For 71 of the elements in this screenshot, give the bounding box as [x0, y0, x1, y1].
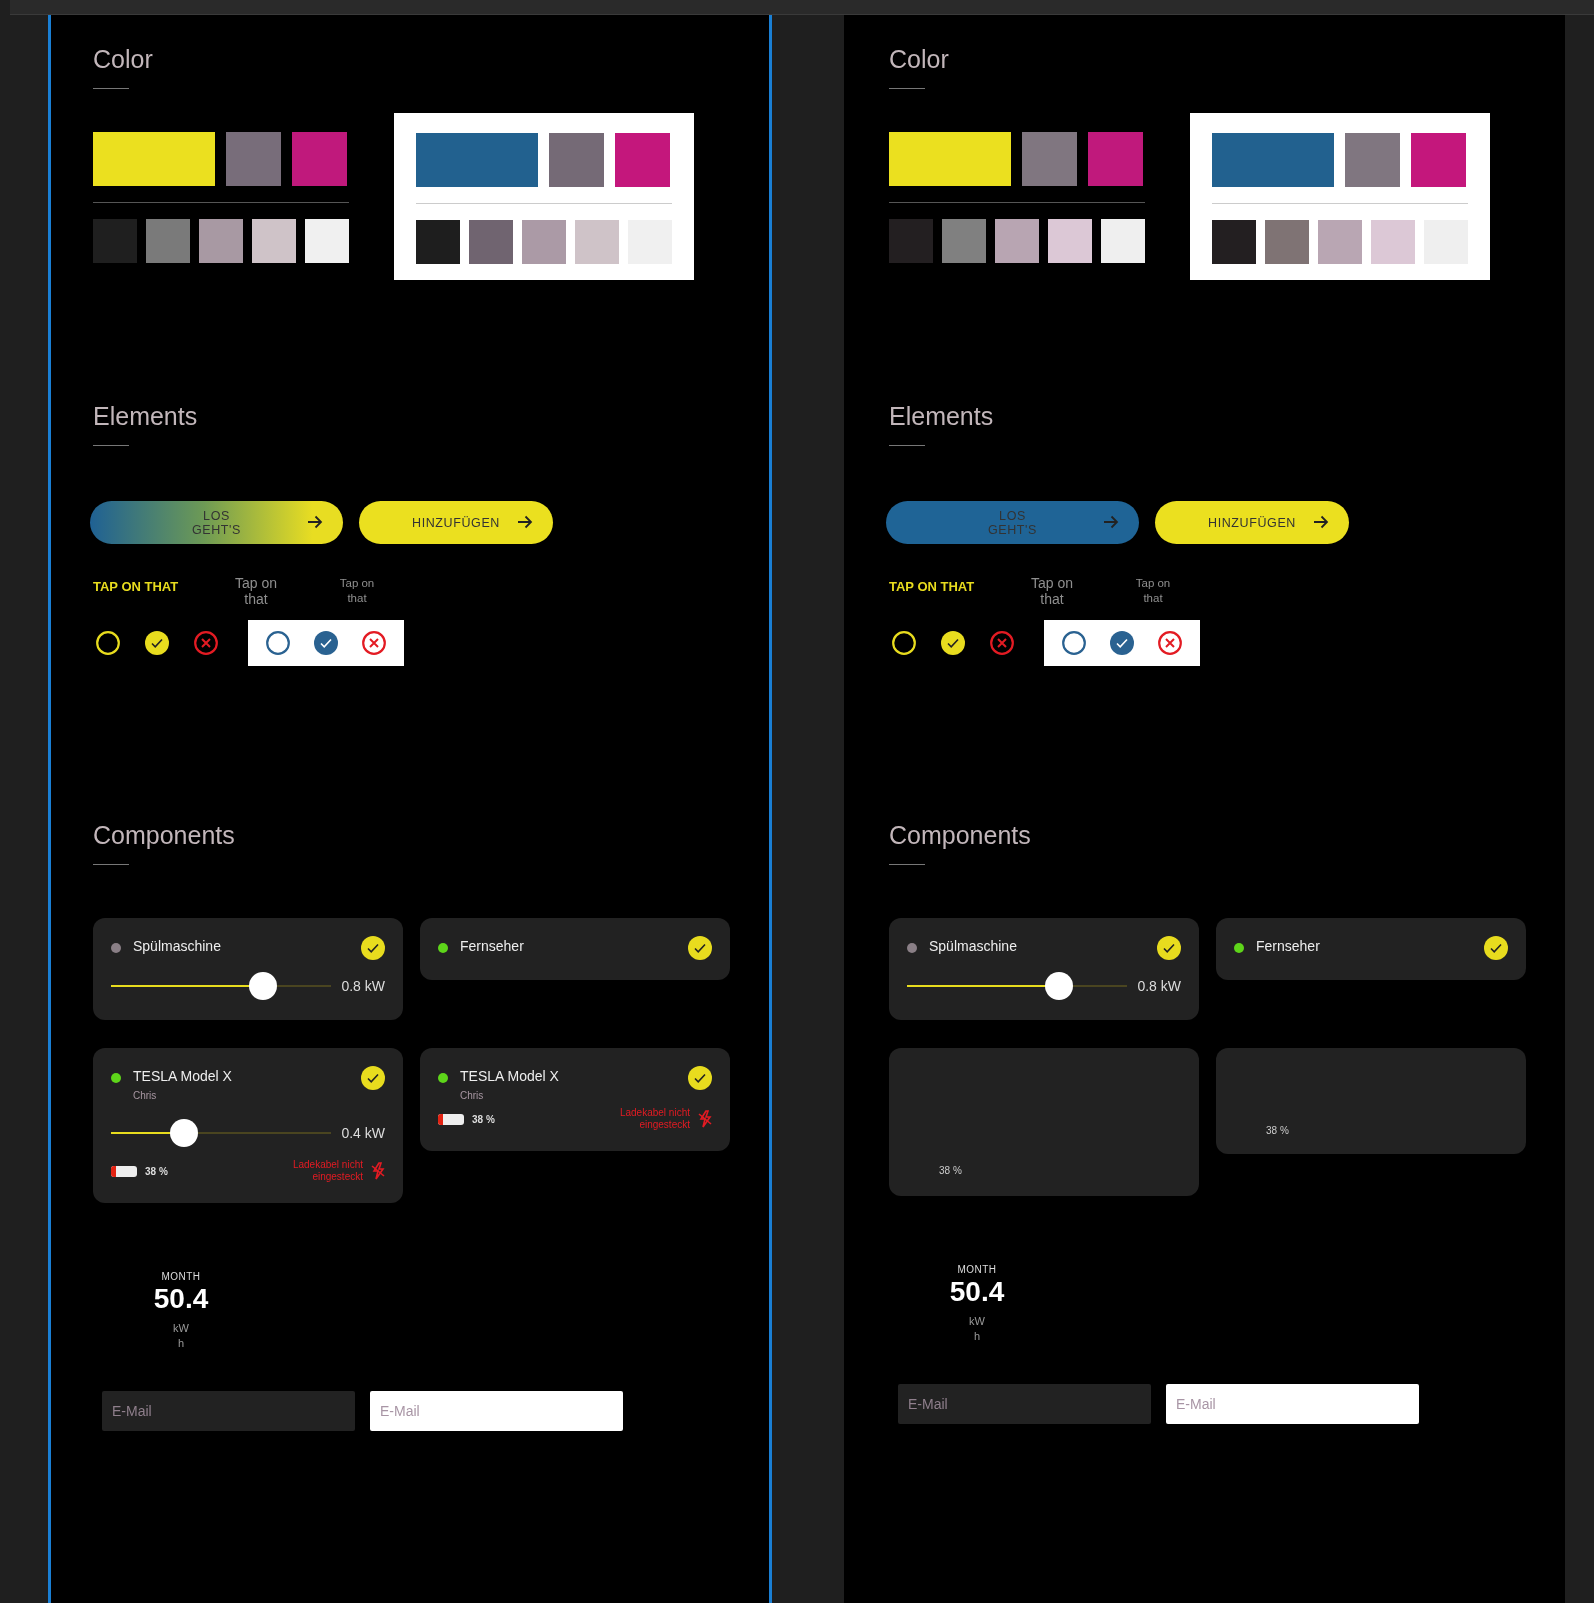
check-circle-icon[interactable] [361, 1066, 385, 1090]
check-circle-icon[interactable] [314, 631, 338, 655]
arrow-right-icon [517, 515, 533, 529]
power-reading: 0.8 kW [1137, 978, 1181, 994]
slider-thumb[interactable] [169, 1119, 198, 1147]
error-circle-icon[interactable] [990, 631, 1014, 655]
check-circle-icon[interactable] [688, 1066, 712, 1090]
check-circle-icon[interactable] [941, 631, 965, 655]
tap-label: Tap on that [233, 575, 278, 607]
device-name: TESLA Model X [133, 1068, 233, 1084]
tap-label: Tap on that [338, 576, 376, 606]
battery-icon [111, 1165, 137, 1177]
stat-unit: h [973, 1329, 981, 1344]
tap-label: TAP ON THAT [93, 579, 180, 594]
error-circle-icon[interactable] [194, 631, 218, 655]
battery-icon [438, 1113, 464, 1125]
lightning-icon [698, 1110, 712, 1128]
pill-button[interactable]: HINZUFÜGEN [1155, 501, 1349, 544]
tap-label: TAP ON THAT [889, 579, 976, 594]
device-name: Spülmaschine [929, 938, 1018, 954]
stat-unit: kW [969, 1314, 985, 1329]
stat-value: 50.4 [949, 1276, 1005, 1308]
device-name: TESLA Model X [460, 1068, 560, 1084]
error-circle-icon[interactable] [1158, 631, 1182, 655]
slider-thumb[interactable] [1045, 972, 1074, 1000]
email-field[interactable]: E-Mail [1166, 1384, 1419, 1424]
check-circle-icon[interactable] [1157, 936, 1181, 960]
email-field[interactable]: E-Mail [102, 1391, 355, 1431]
battery-percentage: 38 % [1266, 1125, 1290, 1136]
email-field[interactable]: E-Mail [370, 1391, 623, 1431]
battery-percentage: 38 % [145, 1165, 169, 1177]
warning-text: Ladekabel nicht eingesteckt [291, 1159, 363, 1183]
battery-percentage: 38 % [939, 1165, 963, 1176]
email-field[interactable]: E-Mail [898, 1384, 1151, 1424]
device-name: Fernseher [1256, 938, 1321, 954]
stat-unit: h [177, 1336, 185, 1351]
check-circle-icon[interactable] [361, 936, 385, 960]
owner-name: Chris [133, 1090, 158, 1101]
section-title: Components [93, 821, 236, 850]
check-circle-icon[interactable] [688, 936, 712, 960]
error-circle-icon[interactable] [362, 631, 386, 655]
slider-thumb[interactable] [249, 972, 278, 1000]
warning-text: Ladekabel nicht eingesteckt [618, 1107, 690, 1131]
section-title: Components [889, 821, 1032, 850]
stat-label: MONTH [161, 1271, 201, 1282]
power-reading: 0.4 kW [341, 1125, 385, 1141]
section-title: Elements [889, 402, 995, 431]
empty-circle-icon[interactable] [1062, 631, 1086, 655]
section-title: Elements [93, 402, 199, 431]
power-reading: 0.8 kW [341, 978, 385, 994]
stat-label: MONTH [957, 1264, 997, 1275]
battery-percentage: 38 % [472, 1113, 496, 1125]
stat-unit: kW [173, 1321, 189, 1336]
section-title: Color [889, 45, 950, 74]
device-name: Spülmaschine [133, 938, 222, 954]
empty-circle-icon[interactable] [266, 631, 290, 655]
arrow-right-icon [307, 515, 323, 529]
device-name: Fernseher [460, 938, 525, 954]
pill-button[interactable]: HINZUFÜGEN [359, 501, 553, 544]
arrow-right-icon [1103, 515, 1119, 529]
tap-label: Tap on that [1134, 576, 1172, 606]
section-title: Color [93, 45, 154, 74]
owner-name: Chris [460, 1090, 485, 1101]
tap-label: Tap on that [1029, 575, 1074, 607]
arrow-right-icon [1313, 515, 1329, 529]
pill-button[interactable]: LOS GEHT'S [90, 501, 343, 544]
check-circle-icon[interactable] [145, 631, 169, 655]
lightning-icon [371, 1162, 385, 1180]
check-circle-icon[interactable] [1110, 631, 1134, 655]
stat-value: 50.4 [153, 1283, 209, 1315]
check-circle-icon[interactable] [1484, 936, 1508, 960]
